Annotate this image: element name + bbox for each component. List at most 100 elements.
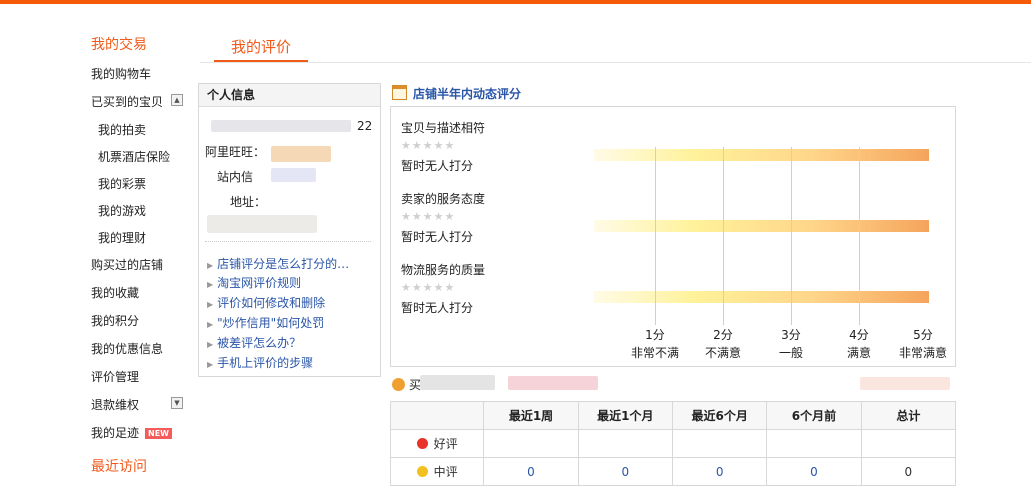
link-mobile-steps-label: 手机上评价的步骤	[217, 356, 314, 370]
link-rules-label: 淘宝网评价规则	[217, 276, 302, 290]
buyer-extra-redacted	[860, 377, 950, 390]
arrow-icon: ▶	[207, 320, 214, 329]
table-cell[interactable]	[577, 429, 673, 458]
scale-tick	[859, 147, 860, 325]
user-id-suffix: 22	[357, 119, 373, 133]
arrow-icon: ▶	[207, 360, 214, 369]
scale-desc: 满意	[846, 346, 871, 360]
star-rating-icon: ★★★★★	[401, 139, 456, 152]
sidebar-item-games[interactable]: 我的游戏	[98, 202, 146, 219]
row-label-text: 好评	[433, 437, 458, 451]
sidebar-item-refunds[interactable]: 退款维权	[91, 396, 139, 413]
collapse-icon[interactable]: ▲	[171, 94, 183, 106]
sidebar-item-footprint-label: 我的足迹	[91, 426, 140, 440]
row-label-neutral: 中评	[389, 457, 485, 486]
link-how-rated-label: 店铺评分是怎么打分的…	[217, 257, 350, 271]
scale-desc: 非常不满	[630, 346, 679, 360]
buyer-rating-title: 买	[392, 376, 421, 393]
table-header: 最近1周	[483, 401, 579, 430]
scale-score: 1分	[645, 328, 665, 342]
arrow-icon: ▶	[207, 261, 214, 270]
tab-bar: 我的评价	[200, 30, 1031, 63]
link-modify-label: 评价如何修改和删除	[217, 296, 326, 310]
personal-info-panel: 个人信息 22 阿里旺旺： 站内信 地址： ▶ 店铺评分是怎么打分的… ▶ 淘宝网评…	[198, 83, 381, 377]
sidebar-item-lottery[interactable]: 我的彩票	[98, 175, 146, 192]
link-how-rated[interactable]: ▶ 店铺评分是怎么打分的…	[207, 255, 349, 272]
arrow-icon: ▶	[207, 280, 214, 289]
table-cell[interactable]: 0	[577, 457, 673, 486]
rating-label-service: 卖家的服务态度	[401, 192, 486, 206]
arrow-icon: ▶	[207, 300, 214, 309]
table-cell[interactable]	[483, 429, 579, 458]
review-stats-table: 最近1周 最近1个月 最近6个月 6个月前 总计 好评 中评 0 0 0 0 0	[389, 401, 957, 486]
scale-tick	[655, 147, 656, 325]
wangwang-value-redacted	[271, 146, 331, 162]
row-label-text: 中评	[433, 465, 458, 479]
rating-bar-logistics	[594, 291, 929, 303]
address-value-redacted	[207, 215, 317, 233]
sidebar-item-reviews[interactable]: 评价管理	[91, 368, 139, 385]
table-cell[interactable]: 0	[483, 457, 579, 486]
row-label-good: 好评	[389, 429, 485, 458]
table-cell[interactable]: 0	[766, 457, 862, 486]
table-row: 中评 0 0 0 0 0	[389, 457, 957, 486]
sidebar-item-finance[interactable]: 我的理财	[98, 229, 146, 246]
table-header: 最近1个月	[577, 401, 673, 430]
link-modify[interactable]: ▶ 评价如何修改和删除	[207, 294, 325, 311]
rating-title: 店铺半年内动态评分	[392, 85, 521, 102]
scale-4: 4分满意	[824, 326, 894, 362]
link-penalty[interactable]: ▶ "炒作信用"如何处罚	[207, 314, 324, 331]
link-bad-review-label: 被差评怎么办？	[217, 336, 302, 350]
buyer-name-redacted	[420, 375, 495, 390]
personal-info-title: 个人信息	[199, 84, 380, 107]
sidebar-item-travel[interactable]: 机票酒店保险	[98, 148, 170, 165]
wangwang-label: 阿里旺旺：	[205, 145, 266, 159]
rating-status-description: 暂时无人打分	[401, 159, 474, 173]
sidebar-item-shops[interactable]: 购买过的店铺	[91, 256, 163, 273]
scale-1: 1分非常不满	[620, 326, 690, 362]
scale-tick	[791, 147, 792, 325]
table-cell[interactable]: 0	[671, 457, 768, 486]
expand-icon[interactable]: ▼	[171, 397, 183, 409]
new-badge: NEW	[145, 428, 172, 439]
sidebar-item-favorites[interactable]: 我的收藏	[91, 284, 139, 301]
sidebar-item-coupons[interactable]: 我的优惠信息	[91, 340, 163, 357]
address-label: 地址：	[230, 195, 267, 209]
sidebar-item-points[interactable]: 我的积分	[91, 312, 139, 329]
arrow-icon: ▶	[207, 340, 214, 349]
scale-tick	[723, 147, 724, 325]
scale-desc: 不满意	[704, 346, 741, 360]
calendar-icon	[392, 85, 407, 100]
buyer-info-redacted	[508, 376, 598, 390]
sidebar-item-footprint[interactable]: 我的足迹 NEW	[91, 424, 172, 441]
scale-3: 3分 一般	[756, 326, 826, 362]
link-rules[interactable]: ▶ 淘宝网评价规则	[207, 274, 301, 291]
sidebar-item-auction[interactable]: 我的拍卖	[98, 121, 146, 138]
flower-yellow-icon	[416, 466, 428, 477]
scale-5: 5分 非常满意	[888, 326, 958, 362]
rating-bar-service	[594, 220, 929, 232]
scale-2: 2分不满意	[688, 326, 758, 362]
table-cell[interactable]	[766, 429, 862, 458]
table-cell[interactable]	[671, 429, 768, 458]
message-value-redacted	[271, 168, 316, 182]
rating-bar-description	[594, 149, 929, 161]
scale-score: 4分	[849, 328, 869, 342]
rating-panel: 宝贝与描述相符 ★★★★★ 暂时无人打分 卖家的服务态度 ★★★★★ 暂时无人打…	[390, 106, 956, 367]
rating-status-logistics: 暂时无人打分	[401, 301, 474, 315]
rating-title-text: 店铺半年内动态评分	[413, 87, 522, 101]
link-mobile-steps[interactable]: ▶ 手机上评价的步骤	[207, 354, 313, 371]
table-header-row: 最近1周 最近1个月 最近6个月 6个月前 总计	[389, 401, 957, 430]
rating-label-description: 宝贝与描述相符	[401, 121, 486, 135]
sidebar-item-cart[interactable]: 我的购物车	[91, 65, 151, 82]
sidebar-item-bought[interactable]: 已买到的宝贝	[91, 93, 163, 110]
link-penalty-label: "炒作信用"如何处罚	[217, 316, 325, 330]
message-label: 站内信	[217, 170, 254, 184]
star-rating-icon: ★★★★★	[401, 281, 456, 294]
tab-my-reviews[interactable]: 我的评价	[214, 36, 308, 62]
scale-score: 2分	[713, 328, 733, 342]
rating-status-service: 暂时无人打分	[401, 230, 474, 244]
rating-label-logistics: 物流服务的质量	[401, 263, 486, 277]
link-bad-review[interactable]: ▶ 被差评怎么办？	[207, 334, 301, 351]
user-icon	[392, 378, 405, 391]
